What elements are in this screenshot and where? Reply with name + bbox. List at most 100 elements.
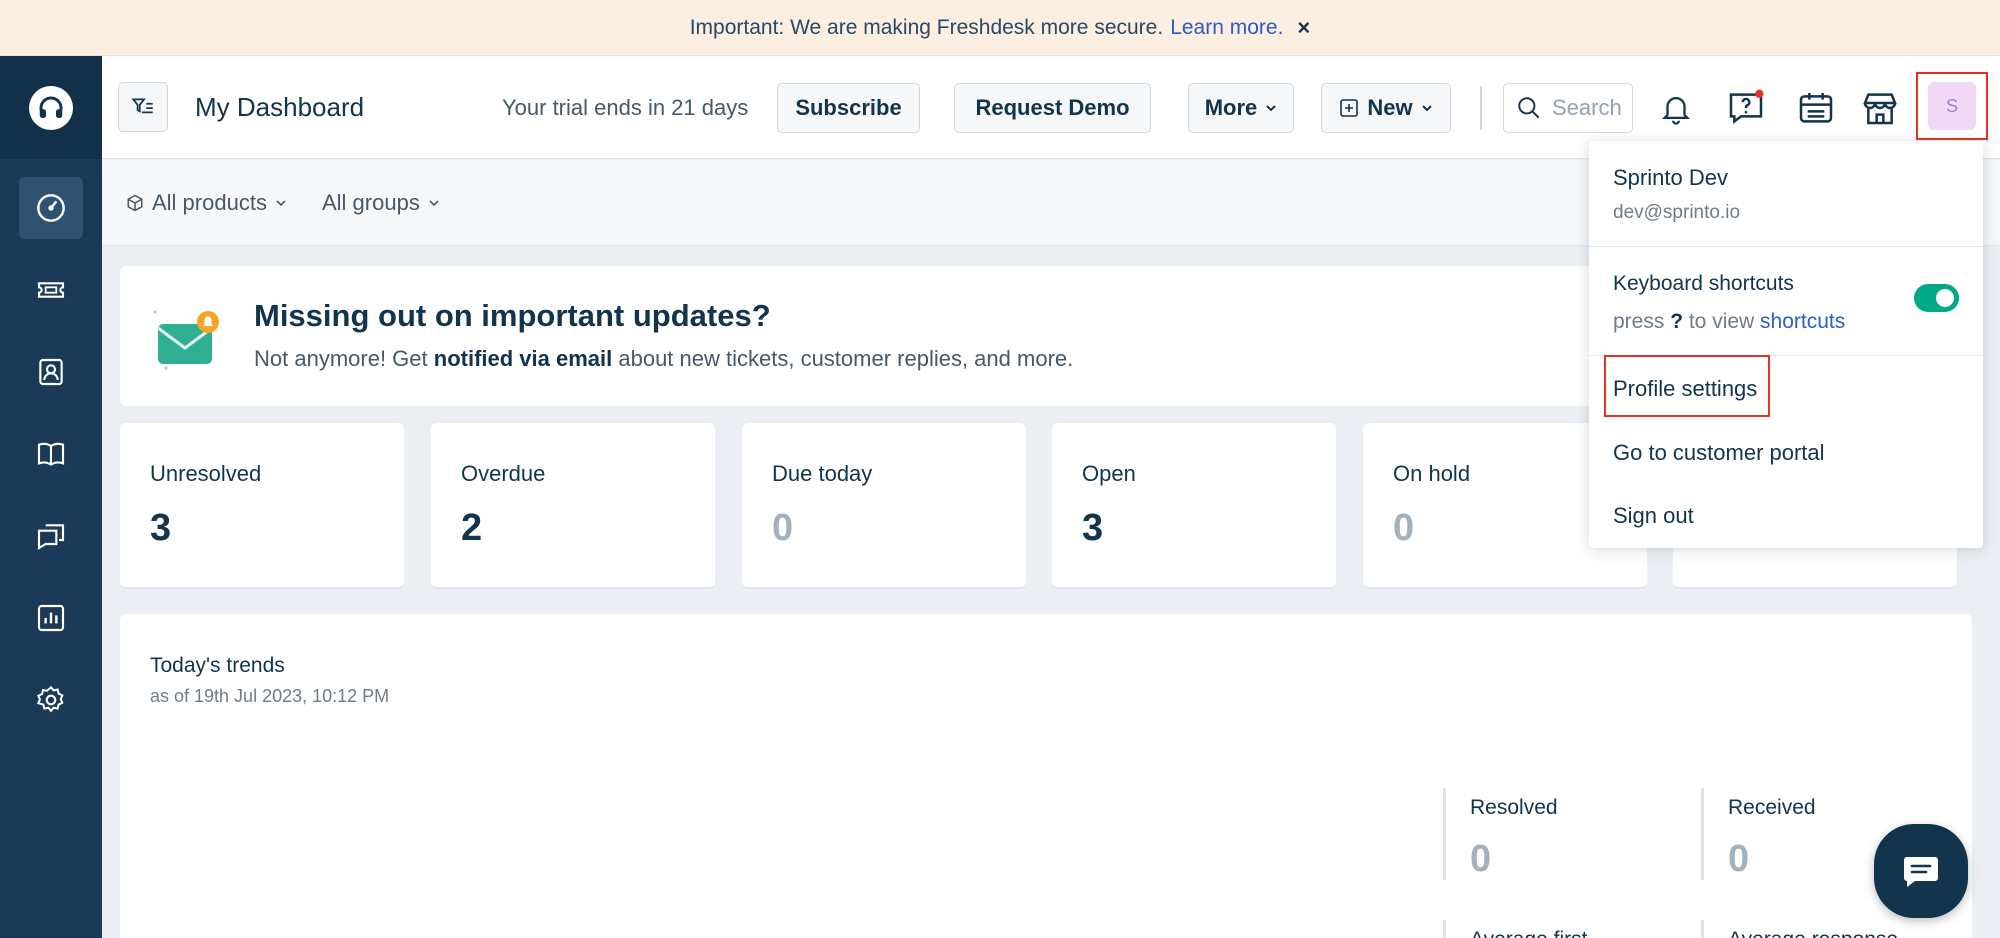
groups-filter-label: All groups: [322, 190, 420, 215]
stat-value: 0: [772, 507, 794, 549]
gear-icon: [36, 685, 64, 713]
sidebar-item-dashboard[interactable]: [19, 177, 83, 239]
chat-icon: [37, 524, 65, 550]
trends-title: Today's trends: [150, 654, 285, 677]
sidebar-item-tickets[interactable]: [19, 259, 83, 321]
shortcuts-hint: press ? to view shortcuts: [1613, 310, 1846, 333]
notifications-button[interactable]: [1652, 84, 1700, 132]
filter-list-icon: [131, 98, 153, 114]
ticket-icon: [37, 282, 65, 298]
trend-stat-avg-first: Average first: [1443, 920, 1683, 938]
profile-email: dev@sprinto.io: [1613, 202, 1741, 223]
plus-square-icon: [1340, 99, 1359, 117]
trend-stat-label: Resolved: [1470, 796, 1558, 819]
stat-value: 3: [150, 507, 172, 549]
chevron-down-icon: [1421, 105, 1432, 112]
sidebar-item-contacts[interactable]: [19, 341, 83, 403]
filter-toggle-button[interactable]: [118, 82, 168, 132]
book-icon: [37, 442, 65, 466]
request-demo-button[interactable]: Request Demo: [954, 83, 1151, 133]
stat-label: On hold: [1393, 461, 1471, 486]
stat-value: 2: [461, 507, 483, 549]
store-icon: [1863, 93, 1897, 125]
envelope-bell-icon: [153, 310, 219, 370]
trial-notice: Your trial ends in 21 days: [502, 95, 749, 120]
stat-value: 0: [1393, 507, 1415, 549]
stat-card-due-today[interactable]: Due today 0: [742, 423, 1026, 589]
stat-label: Overdue: [461, 461, 546, 486]
close-icon[interactable]: ×: [1297, 15, 1310, 41]
notification-title: Missing out on important updates?: [254, 298, 771, 333]
stat-card-unresolved[interactable]: Unresolved 3: [120, 423, 404, 589]
avatar: S: [1928, 82, 1976, 130]
trend-stat-label: Average response: [1728, 928, 1941, 938]
learn-more-link[interactable]: Learn more.: [1170, 16, 1283, 40]
profile-name: Sprinto Dev: [1613, 165, 1728, 190]
trend-stat-avg-response: Average response: [1701, 920, 1941, 938]
trend-stat-label: Received: [1728, 796, 1816, 819]
help-button[interactable]: [1722, 84, 1770, 132]
more-label: More: [1204, 95, 1258, 120]
chevron-down-icon: [276, 200, 286, 207]
security-banner: Important: We are making Freshdesk more …: [0, 0, 2000, 56]
subscribe-label: Subscribe: [795, 95, 902, 120]
keyboard-shortcuts-toggle[interactable]: [1914, 284, 1959, 312]
page-title: My Dashboard: [195, 92, 365, 122]
new-label: New: [1367, 95, 1413, 120]
new-button[interactable]: New: [1321, 83, 1451, 133]
reports-icon: [37, 604, 65, 632]
shortcuts-link[interactable]: shortcuts: [1760, 310, 1845, 333]
dashboard-icon: [37, 194, 65, 222]
contact-icon: [39, 358, 63, 386]
chevron-down-icon: [1266, 105, 1276, 112]
products-filter-label: All products: [152, 190, 267, 215]
freshdesk-logo-icon[interactable]: [29, 85, 73, 130]
search-input[interactable]: Search: [1503, 83, 1633, 133]
groups-filter[interactable]: All groups: [322, 190, 440, 216]
sidebar-item-solutions[interactable]: [19, 423, 83, 485]
products-filter[interactable]: All products: [126, 190, 287, 216]
stat-label: Open: [1082, 461, 1136, 486]
trends-timestamp: as of 19th Jul 2023, 10:12 PM: [150, 686, 390, 706]
notification-text: Not anymore! Get notified via email abou…: [254, 346, 1074, 371]
bell-icon: [1661, 97, 1691, 125]
chat-bubble-icon: [1904, 857, 1938, 887]
more-button[interactable]: More: [1188, 83, 1294, 133]
stat-value: 3: [1082, 507, 1104, 549]
logo-area: [0, 56, 102, 159]
trend-stat-value: 0: [1470, 838, 1492, 880]
trend-stat-label: Average first: [1470, 928, 1683, 938]
chat-widget-button[interactable]: [1874, 824, 1968, 918]
chevron-down-icon: [429, 200, 439, 207]
header-divider: [1480, 86, 1482, 130]
profile-dropdown-menu: Sprinto Dev dev@sprinto.io Keyboard shor…: [1589, 141, 1983, 548]
keyboard-shortcuts-label: Keyboard shortcuts: [1613, 272, 1794, 295]
menu-divider: [1589, 246, 1983, 247]
shortcut-key: ?: [1670, 310, 1684, 333]
sidebar-item-reports[interactable]: [19, 587, 83, 649]
trend-stat-resolved: Resolved 0: [1443, 788, 1683, 880]
notification-bold-text: notified via email: [433, 346, 613, 371]
subscribe-button[interactable]: Subscribe: [777, 83, 920, 133]
sidebar: [0, 56, 102, 938]
sidebar-item-discussions[interactable]: [19, 505, 83, 567]
customer-portal-menu-item[interactable]: Go to customer portal: [1613, 440, 1825, 466]
banner-text: Important: We are making Freshdesk more …: [689, 15, 1164, 39]
stat-card-open[interactable]: Open 3: [1052, 423, 1336, 589]
marketplace-button[interactable]: [1856, 84, 1904, 132]
sidebar-item-settings[interactable]: [19, 669, 83, 731]
box-icon: [127, 194, 143, 212]
product-switcher-button[interactable]: [1792, 84, 1840, 132]
search-placeholder: Search: [1552, 95, 1622, 120]
stat-card-overdue[interactable]: Overdue 2: [431, 423, 715, 589]
search-icon: [1518, 97, 1540, 119]
sign-out-menu-item[interactable]: Sign out: [1613, 503, 1694, 529]
stat-label: Due today: [772, 461, 873, 486]
profile-avatar-button[interactable]: S: [1916, 72, 1988, 140]
calendar-icon: [1799, 93, 1833, 123]
help-icon: [1729, 89, 1764, 124]
todays-trends-panel: Today's trends as of 19th Jul 2023, 10:1…: [120, 614, 1972, 938]
request-demo-label: Request Demo: [975, 95, 1130, 120]
profile-settings-menu-item[interactable]: Profile settings: [1613, 376, 1757, 402]
toggle-knob: [1936, 289, 1954, 307]
